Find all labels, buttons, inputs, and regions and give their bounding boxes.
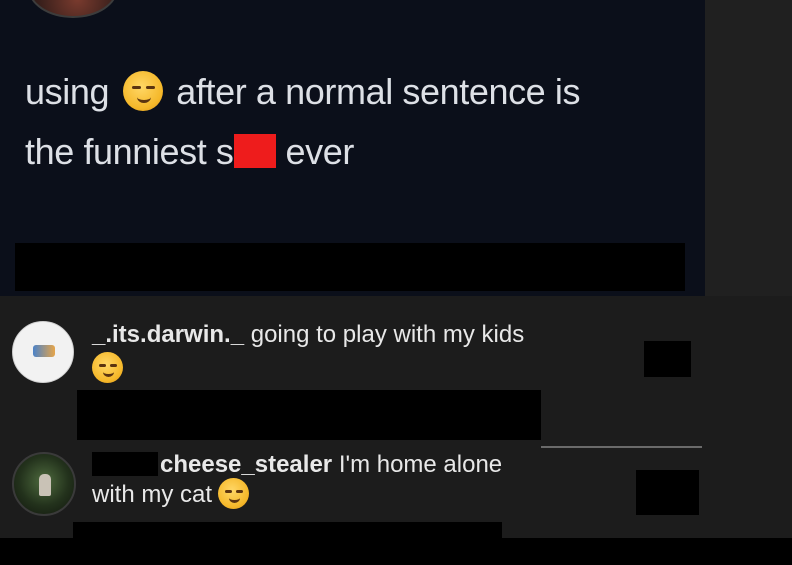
comment-username[interactable]: cheese_stealer xyxy=(160,451,332,478)
side-panel xyxy=(705,0,792,296)
comment-body-line2: with my cat xyxy=(92,481,213,508)
smirking-face-icon xyxy=(218,478,250,510)
red-censor-box xyxy=(233,134,276,169)
comment-body: going to play with my kids xyxy=(250,321,525,348)
comment-avatar[interactable] xyxy=(12,452,76,516)
comment-body: I'm home alone xyxy=(338,451,503,478)
username-redaction xyxy=(92,451,158,476)
redaction-bar xyxy=(15,243,685,291)
tweet-text-line2-end: ever xyxy=(285,131,355,172)
comment-username[interactable]: _.its.darwin._ xyxy=(92,321,244,348)
comment-1: _.its.darwin._ going to play with my kid… xyxy=(92,320,524,350)
smirking-face-icon xyxy=(92,352,123,383)
tweet-text-line1-start: using xyxy=(25,71,110,112)
tweet-text-line1-end: after a normal sentence is xyxy=(176,71,581,112)
comment-avatar[interactable] xyxy=(12,321,74,383)
comment-2: cheese_stealer I'm home alone with my ca… xyxy=(92,450,502,511)
smirking-face-icon xyxy=(122,71,163,112)
bottom-bar xyxy=(0,538,792,565)
redaction-box xyxy=(636,470,699,515)
divider-line xyxy=(541,446,702,448)
redaction-bar xyxy=(77,390,541,440)
avatar-figure-icon xyxy=(39,474,51,496)
comment-emoji xyxy=(92,352,123,383)
tweet-text-line2-start: the funniest s xyxy=(25,131,234,172)
tweet-text: using after a normal sentence is the fun… xyxy=(25,62,685,182)
avatar-logo-icon xyxy=(33,345,55,357)
redaction-box xyxy=(644,341,691,377)
